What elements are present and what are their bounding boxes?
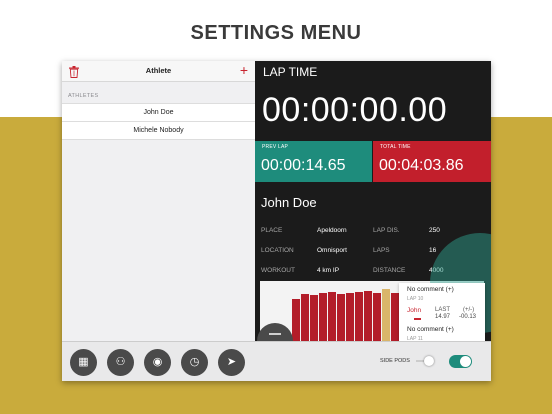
lap-detail-popup: No comment (+) LAP 10 John LAST (+/-) 14… <box>399 283 485 342</box>
calendar-icon: ▦ <box>78 356 89 368</box>
send-icon: ➤ <box>226 356 237 368</box>
current-athlete-name: John Doe <box>261 195 317 210</box>
team-icon: ⚇ <box>115 356 126 368</box>
side-pods-slider[interactable] <box>416 356 434 366</box>
location-button[interactable]: ◉ <box>144 349 171 376</box>
prev-lap-label: PREV LAP <box>262 144 289 150</box>
lap-bar <box>382 289 390 341</box>
total-time-label: TOTAL TIME <box>380 144 411 150</box>
lap-number: LAP 10 <box>407 296 424 302</box>
lap-comment[interactable]: No comment (+) <box>407 286 454 293</box>
lap-time-display: 00:00:00.00 <box>262 91 448 129</box>
lap-distance-value: 250 <box>429 227 440 234</box>
lap-bar <box>391 293 399 341</box>
side-pods-label: SIDE PODS <box>380 358 410 364</box>
send-button[interactable]: ➤ <box>218 349 245 376</box>
workout-value: 4 km IP <box>317 267 340 274</box>
lap-bar <box>337 294 345 341</box>
lap-bar <box>355 292 363 341</box>
athletes-panel: Athlete + ATHLETES John Doe Michele Nobo… <box>62 61 255 341</box>
athletes-button[interactable]: ⚇ <box>107 349 134 376</box>
calendar-button[interactable]: ▦ <box>70 349 97 376</box>
total-time-box: TOTAL TIME 00:04:03.86 <box>373 141 491 182</box>
last-label: LAST <box>435 307 451 313</box>
prev-lap-value: 00:00:14.65 <box>261 157 346 174</box>
toggle-knob <box>460 356 471 367</box>
lap-bar <box>373 293 381 341</box>
athletes-title: Athlete <box>145 66 172 75</box>
prev-lap-box: PREV LAP 00:00:14.65 <box>255 141 372 182</box>
athlete-color-marker <box>414 318 421 320</box>
minus-icon <box>269 333 281 335</box>
lap-bar <box>319 293 327 341</box>
side-pods-toggle[interactable] <box>449 355 472 368</box>
laps-label: LAPS <box>373 247 390 254</box>
lap-bar <box>364 291 372 341</box>
location-pin-icon: ◉ <box>152 356 163 368</box>
lap-bar <box>301 294 309 341</box>
athletes-nav-bar: Athlete + <box>62 61 255 82</box>
athlete-row[interactable]: Michele Nobody <box>62 121 255 140</box>
stopwatch-button[interactable]: ◷ <box>181 349 208 376</box>
place-value: Apeldoorn <box>317 227 347 234</box>
lap-athlete-name: John <box>407 307 422 314</box>
lap-time-title: LAP TIME <box>263 65 318 79</box>
diff-label: (+/-) <box>463 307 475 313</box>
athlete-row[interactable]: John Doe <box>62 103 255 122</box>
lap-comment[interactable]: No comment (+) <box>407 326 454 333</box>
bottom-toolbar: ▦ ⚇ ◉ ◷ ➤ SIDE PODS <box>62 341 491 381</box>
slider-knob[interactable] <box>424 356 434 366</box>
lap-bar <box>292 299 300 341</box>
timer-panel: LAP TIME 00:00:00.00 PREV LAP 00:00:14.6… <box>255 61 491 359</box>
tablet-app-screen: Athlete + ATHLETES John Doe Michele Nobo… <box>62 61 491 381</box>
lap-distance-label: LAP DIS. <box>373 227 400 234</box>
last-lap-value: 14.97 <box>435 314 451 320</box>
add-athlete-button[interactable]: + <box>240 62 248 78</box>
lap-bar <box>310 295 318 341</box>
page-headline: SETTINGS MENU <box>190 22 362 44</box>
lap-bar <box>328 292 336 341</box>
diff-value: -00.13 <box>459 314 477 320</box>
location-label: LOCATION <box>261 247 294 254</box>
laps-value: 16 <box>429 247 437 254</box>
stopwatch-icon: ◷ <box>189 356 200 368</box>
total-time-value: 00:04:03.86 <box>379 157 464 174</box>
place-label: PLACE <box>261 227 283 234</box>
workout-label: WORKOUT <box>261 267 295 274</box>
lap-bar <box>346 293 354 341</box>
athletes-section-header: ATHLETES <box>68 93 99 99</box>
location-value: Omnisport <box>317 247 347 254</box>
distance-label: DISTANCE <box>373 267 406 274</box>
